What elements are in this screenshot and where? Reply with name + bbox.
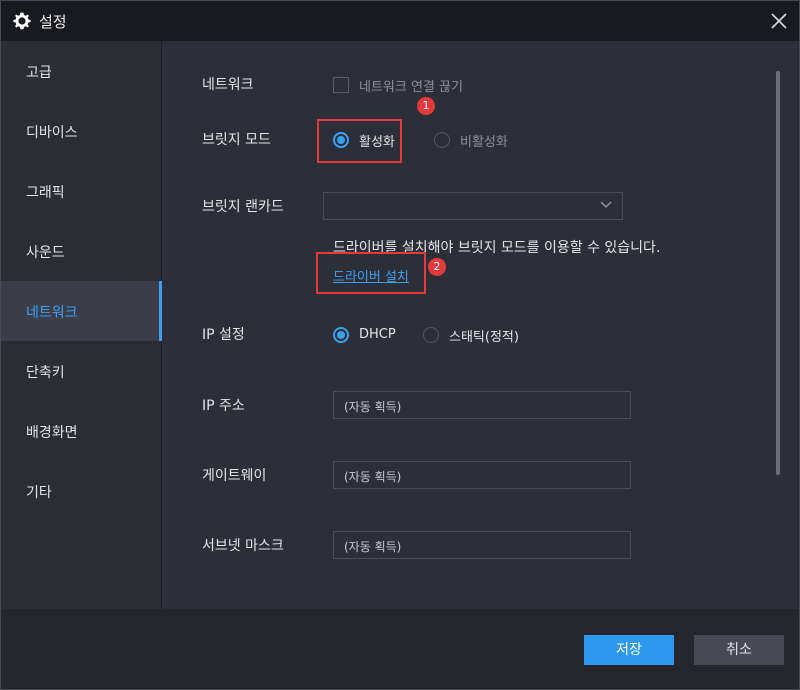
sidebar-item-label: 디바이스 — [26, 125, 78, 141]
sidebar-item-etc[interactable]: 기타 — [1, 461, 161, 521]
ip-address-field[interactable]: (자동 획득) — [333, 391, 631, 419]
sidebar-item-wallpaper[interactable]: 배경화면 — [1, 401, 161, 461]
annotation-badge-2: 2 — [428, 258, 446, 276]
highlight-box-bridge — [317, 119, 402, 163]
settings-window: 설정 고급 디바이스 그래픽 사운드 네트워크 단축키 배경화면 기타 네트워크… — [0, 0, 800, 690]
sidebar-item-graphics[interactable]: 그래픽 — [1, 161, 161, 221]
sidebar-item-device[interactable]: 디바이스 — [1, 101, 161, 161]
window-title: 설정 — [39, 13, 67, 31]
ip-address-label: IP 주소 — [202, 398, 245, 414]
settings-sidebar: 고급 디바이스 그래픽 사운드 네트워크 단축키 배경화면 기타 — [1, 41, 162, 609]
gear-icon — [13, 12, 31, 30]
sidebar-item-label: 기타 — [26, 485, 52, 501]
bridge-disable-radio[interactable] — [434, 132, 450, 148]
bridge-disable-label[interactable]: 비활성화 — [460, 131, 508, 150]
sidebar-item-label: 배경화면 — [26, 425, 78, 441]
highlight-box-driver — [316, 252, 426, 294]
subnet-mask-field[interactable]: (자동 획득) — [333, 531, 631, 559]
ip-static-label[interactable]: 스태틱(정적) — [449, 326, 519, 345]
save-button[interactable]: 저장 — [584, 635, 674, 665]
disconnect-network-checkbox[interactable] — [333, 77, 349, 93]
sidebar-item-shortcuts[interactable]: 단축키 — [1, 341, 161, 401]
title-bar: 설정 — [1, 1, 799, 41]
disconnect-network-label: 네트워크 연결 끊기 — [359, 80, 463, 95]
gateway-label: 게이트웨이 — [202, 468, 267, 484]
network-label: 네트워크 — [202, 77, 254, 93]
sidebar-item-network[interactable]: 네트워크 — [1, 281, 162, 341]
network-settings-panel: 네트워크 네트워크 연결 끊기 브릿지 모드 활성화 비활성화 1 브릿지 랜카… — [162, 41, 799, 609]
dialog-footer: 저장 취소 — [1, 609, 799, 689]
sidebar-item-label: 네트워크 — [26, 305, 78, 321]
scrollbar[interactable] — [776, 71, 780, 475]
bridge-mode-label: 브릿지 모드 — [202, 132, 271, 148]
sidebar-item-sound[interactable]: 사운드 — [1, 221, 161, 281]
gateway-field[interactable]: (자동 획득) — [333, 461, 631, 489]
close-icon[interactable] — [767, 9, 791, 33]
ip-dhcp-radio[interactable] — [333, 327, 349, 343]
sidebar-item-label: 그래픽 — [26, 185, 65, 201]
sidebar-item-label: 사운드 — [26, 245, 65, 261]
ip-dhcp-label[interactable]: DHCP — [359, 327, 396, 342]
subnet-mask-label: 서브넷 마스크 — [202, 538, 284, 554]
ip-static-radio[interactable] — [423, 327, 439, 343]
bridge-lancard-label: 브릿지 랜카드 — [202, 199, 284, 215]
annotation-badge-1: 1 — [417, 97, 435, 115]
sidebar-item-label: 단축키 — [26, 365, 65, 381]
bridge-lancard-select[interactable] — [323, 192, 623, 220]
sidebar-item-label: 고급 — [26, 65, 52, 81]
chevron-down-icon — [600, 201, 612, 208]
sidebar-item-advanced[interactable]: 고급 — [1, 41, 161, 101]
ip-settings-label: IP 설정 — [202, 327, 245, 343]
cancel-button[interactable]: 취소 — [694, 635, 784, 665]
